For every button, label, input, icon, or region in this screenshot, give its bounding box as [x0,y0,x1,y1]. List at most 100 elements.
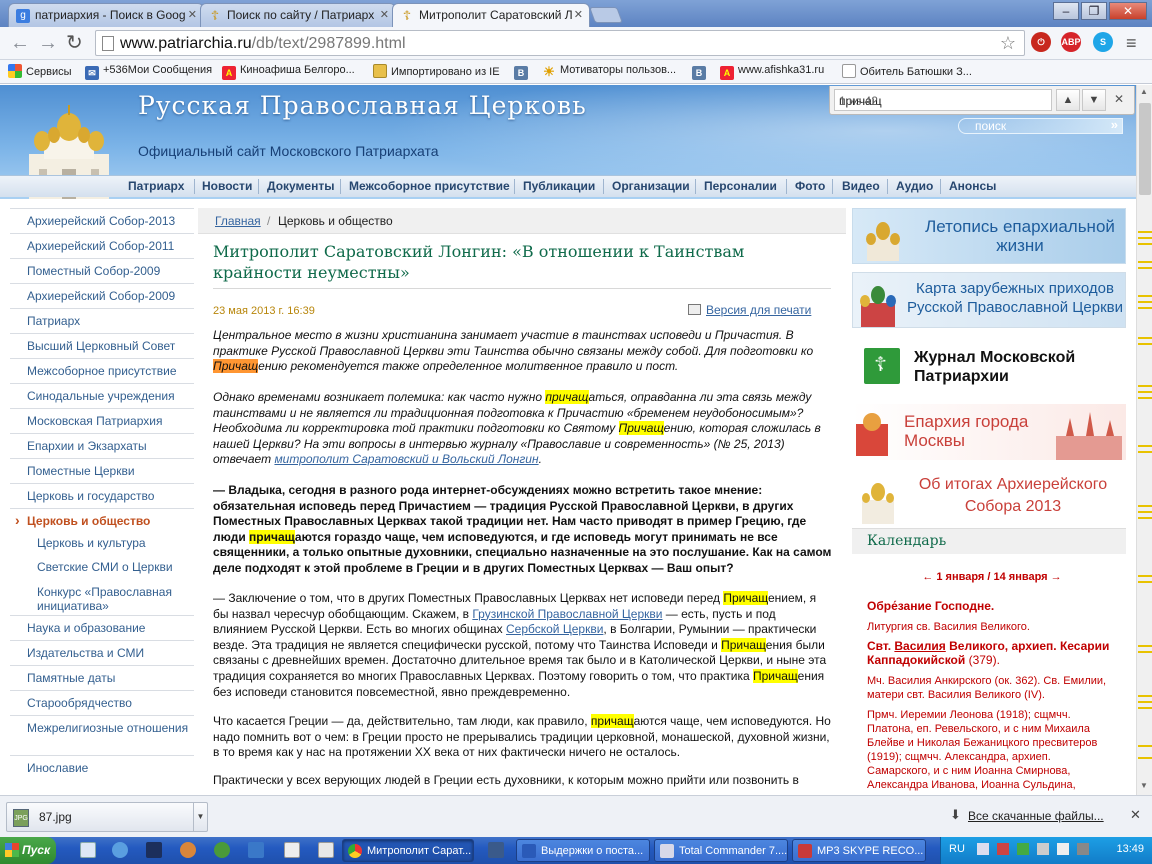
nav-video[interactable]: Видео [842,179,880,193]
bookmark-afishka[interactable]: Awww.afishka31.ru [720,64,824,80]
printer-icon[interactable] [688,304,701,315]
nav-persons[interactable]: Персоналии [704,179,777,193]
stop-icon[interactable]: ⏻ [1031,32,1051,52]
sidebar-subitem[interactable]: Светские СМИ о Церкви [10,555,194,580]
find-prev-icon[interactable]: ▲ [1056,89,1080,111]
skype-icon[interactable]: S [1093,32,1113,52]
network-icon[interactable] [1037,843,1049,855]
banner-chronicle[interactable]: Летопись епархиальной жизни [852,208,1126,264]
new-tab-button[interactable] [589,7,623,23]
photoshop-icon[interactable] [146,842,162,858]
close-icon[interactable]: ✕ [188,8,197,21]
all-downloads-link[interactable]: Все скачанные файлы... [968,809,1104,823]
sidebar-item[interactable]: Архиерейский Собор-2013 [10,208,194,233]
minimize-button[interactable]: – [1053,2,1079,20]
sidebar-item-active[interactable]: Церковь и общество [10,508,194,533]
sidebar-item[interactable]: Издательства и СМИ [10,640,194,665]
breadcrumb-home[interactable]: Главная [215,214,261,228]
nav-announcements[interactable]: Анонсы [949,179,996,193]
media-icon[interactable] [214,842,230,858]
task-total-commander[interactable]: Total Commander 7.... [654,839,788,862]
nav-news[interactable]: Новости [202,179,252,193]
task-mp3-recorder[interactable]: MP3 SKYPE RECO... [792,839,926,862]
nav-audio[interactable]: Аудио [896,179,933,193]
find-input[interactable]: причащ 1 из 42 [834,89,1052,111]
sidebar-item[interactable]: Московская Патриархия [10,408,194,433]
sidebar-item[interactable]: Межрелигиозные отношения [10,715,194,755]
sidebar-item[interactable]: Старообрядчество [10,690,194,715]
firefox-icon[interactable] [180,842,196,858]
forward-icon[interactable]: → [38,33,58,53]
banner-council-results[interactable]: Об итогах Архиерейского Собора 2013 [852,470,1126,526]
close-icon[interactable]: ✕ [574,8,583,21]
nav-photo[interactable]: Фото [795,179,825,193]
volume-icon[interactable] [1057,843,1069,855]
tray-icon[interactable] [997,843,1009,855]
close-icon[interactable]: ✕ [380,8,389,21]
page-scrollbar[interactable]: ▲ ▼ [1136,85,1152,795]
banner-foreign-parishes[interactable]: Карта зарубежных приходов Русской Правос… [852,272,1126,328]
nav-documents[interactable]: Документы [267,179,334,193]
adblock-icon[interactable]: ABP [1061,32,1081,52]
banner-journal[interactable]: ☦ Журнал Московской Патриархии [852,338,1126,394]
language-indicator[interactable]: RU [949,843,965,855]
tray-icon[interactable] [1017,843,1029,855]
tab-article[interactable]: ☦ Митрополит Саратовский Л ✕ [392,3,590,27]
chevron-down-icon[interactable]: ▼ [193,803,207,831]
bookmark-obitel[interactable]: Обитель Батюшки З... [842,64,972,78]
close-window-button[interactable]: ✕ [1109,2,1147,20]
sidebar-item[interactable]: Памятные даты [10,665,194,690]
sidebar-item[interactable]: Церковь и государство [10,483,194,508]
bookmark-motivators[interactable]: ☀ Мотиваторы пользов... [542,64,676,79]
bookmark-kinoafisha[interactable]: A Киноафиша Белгоро... [222,64,355,80]
scroll-thumb[interactable] [1139,103,1151,195]
terminal-icon[interactable] [488,842,504,858]
bookmark-vk-2[interactable]: B [692,64,710,80]
ie-icon[interactable] [112,842,128,858]
notepad-icon[interactable] [284,842,300,858]
search-arrow-icon[interactable]: » [1111,117,1118,132]
sidebar-subitem[interactable]: Церковь и культура [10,531,194,556]
georgian-church-link[interactable]: Грузинской Православной Церкви [472,607,662,621]
sidebar-item[interactable]: Поместные Церкви [10,458,194,483]
print-version-link[interactable]: Версия для печати [706,303,811,317]
task-chrome[interactable]: Митрополит Сарат... [342,839,474,862]
sidebar-item[interactable]: Поместный Собор-2009 [10,258,194,283]
tray-icon[interactable] [977,843,989,855]
nav-organizations[interactable]: Организации [612,179,690,193]
scroll-down-icon[interactable]: ▼ [1140,781,1148,790]
author-link[interactable]: митрополит Саратовский и Вольский Лонгин [274,452,538,466]
task-word[interactable]: Выдержки о поста... [516,839,650,862]
sidebar-item[interactable]: Епархии и Экзархаты [10,433,194,458]
bookmark-star-icon[interactable]: ☆ [1000,33,1016,54]
start-button[interactable]: Пуск [0,837,56,864]
reload-icon[interactable]: ↻ [66,33,83,53]
shield-icon[interactable] [248,842,264,858]
nav-publications[interactable]: Публикации [523,179,595,193]
nav-intercouncil[interactable]: Межсоборное присутствие [349,179,510,193]
menu-icon[interactable]: ≡ [1126,33,1137,53]
close-icon[interactable]: ✕ [1130,807,1141,823]
sidebar-item[interactable]: Высший Церковный Совет [10,333,194,358]
back-icon[interactable]: ← [10,33,30,53]
serbian-church-link[interactable]: Сербской Церкви [506,622,603,636]
sidebar-subitem[interactable]: Конкурс «Православная инициатива» [10,579,194,613]
sidebar-item[interactable]: Межсоборное присутствие [10,358,194,383]
find-close-icon[interactable]: ✕ [1114,92,1124,106]
find-next-icon[interactable]: ▼ [1082,89,1106,111]
tab-site-search[interactable]: ☦ Поиск по сайту / Патриарх ✕ [200,3,396,27]
bookmark-vk-1[interactable]: B [514,64,532,80]
sidebar-item[interactable]: Архиерейский Собор-2009 [10,283,194,308]
sidebar-item[interactable]: Патриарх [10,308,194,333]
document-icon[interactable] [318,842,334,858]
site-title[interactable]: Русская Православная Церковь [138,91,587,120]
site-search-field[interactable]: поиск » [958,117,1123,134]
calendar-date-nav[interactable]: ← 1 января / 14 января → [867,570,1117,584]
desktop-icon[interactable] [80,842,96,858]
address-bar[interactable]: www.patriarchia.ru/db/text/2987899.html … [95,30,1025,56]
bookmark-services[interactable]: Сервисы [8,64,72,78]
bookmark-messages[interactable]: ✉ +536Мои Сообщения [85,64,212,80]
banner-moscow-diocese[interactable]: Епархия города Москвы [852,404,1126,460]
download-item[interactable]: JPG 87.jpg ▼ [6,802,208,832]
sidebar-item[interactable]: Инославие [10,755,194,780]
